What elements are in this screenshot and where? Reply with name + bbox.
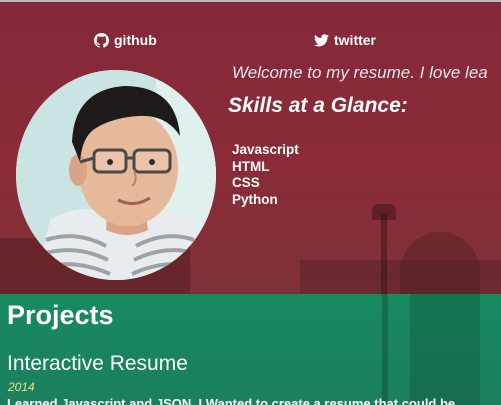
welcome-message: Welcome to my resume. I love lea <box>232 63 488 82</box>
project-title[interactable]: Interactive Resume <box>7 352 188 376</box>
avatar <box>16 70 216 280</box>
header-section: github twitter Welcome to my resume. I l… <box>0 2 501 294</box>
skill-item: CSS <box>232 175 260 190</box>
project-date: 2014 <box>8 380 35 394</box>
github-icon <box>94 32 109 48</box>
twitter-link-label: twitter <box>334 32 376 48</box>
projects-section: Projects Interactive Resume 2014 Learned… <box>0 294 501 405</box>
skills-heading: Skills at a Glance: <box>228 94 408 117</box>
skill-item: HTML <box>232 158 270 174</box>
background-tree <box>400 232 480 294</box>
skills-list: Javascript HTML CSS Python <box>232 142 299 208</box>
projects-heading: Projects <box>7 300 114 330</box>
background-tree <box>410 294 480 405</box>
background-lamp-post <box>382 294 388 405</box>
github-link[interactable]: github <box>94 32 157 48</box>
project-description: Learned Javascript and JSON. I Wanted to… <box>7 396 456 405</box>
github-link-label: github <box>114 32 157 48</box>
twitter-link[interactable]: twitter <box>314 32 376 48</box>
twitter-icon <box>314 33 329 47</box>
skill-item: Python <box>232 191 278 207</box>
background-lamp-post <box>381 214 387 294</box>
skill-item: Javascript <box>232 142 299 157</box>
